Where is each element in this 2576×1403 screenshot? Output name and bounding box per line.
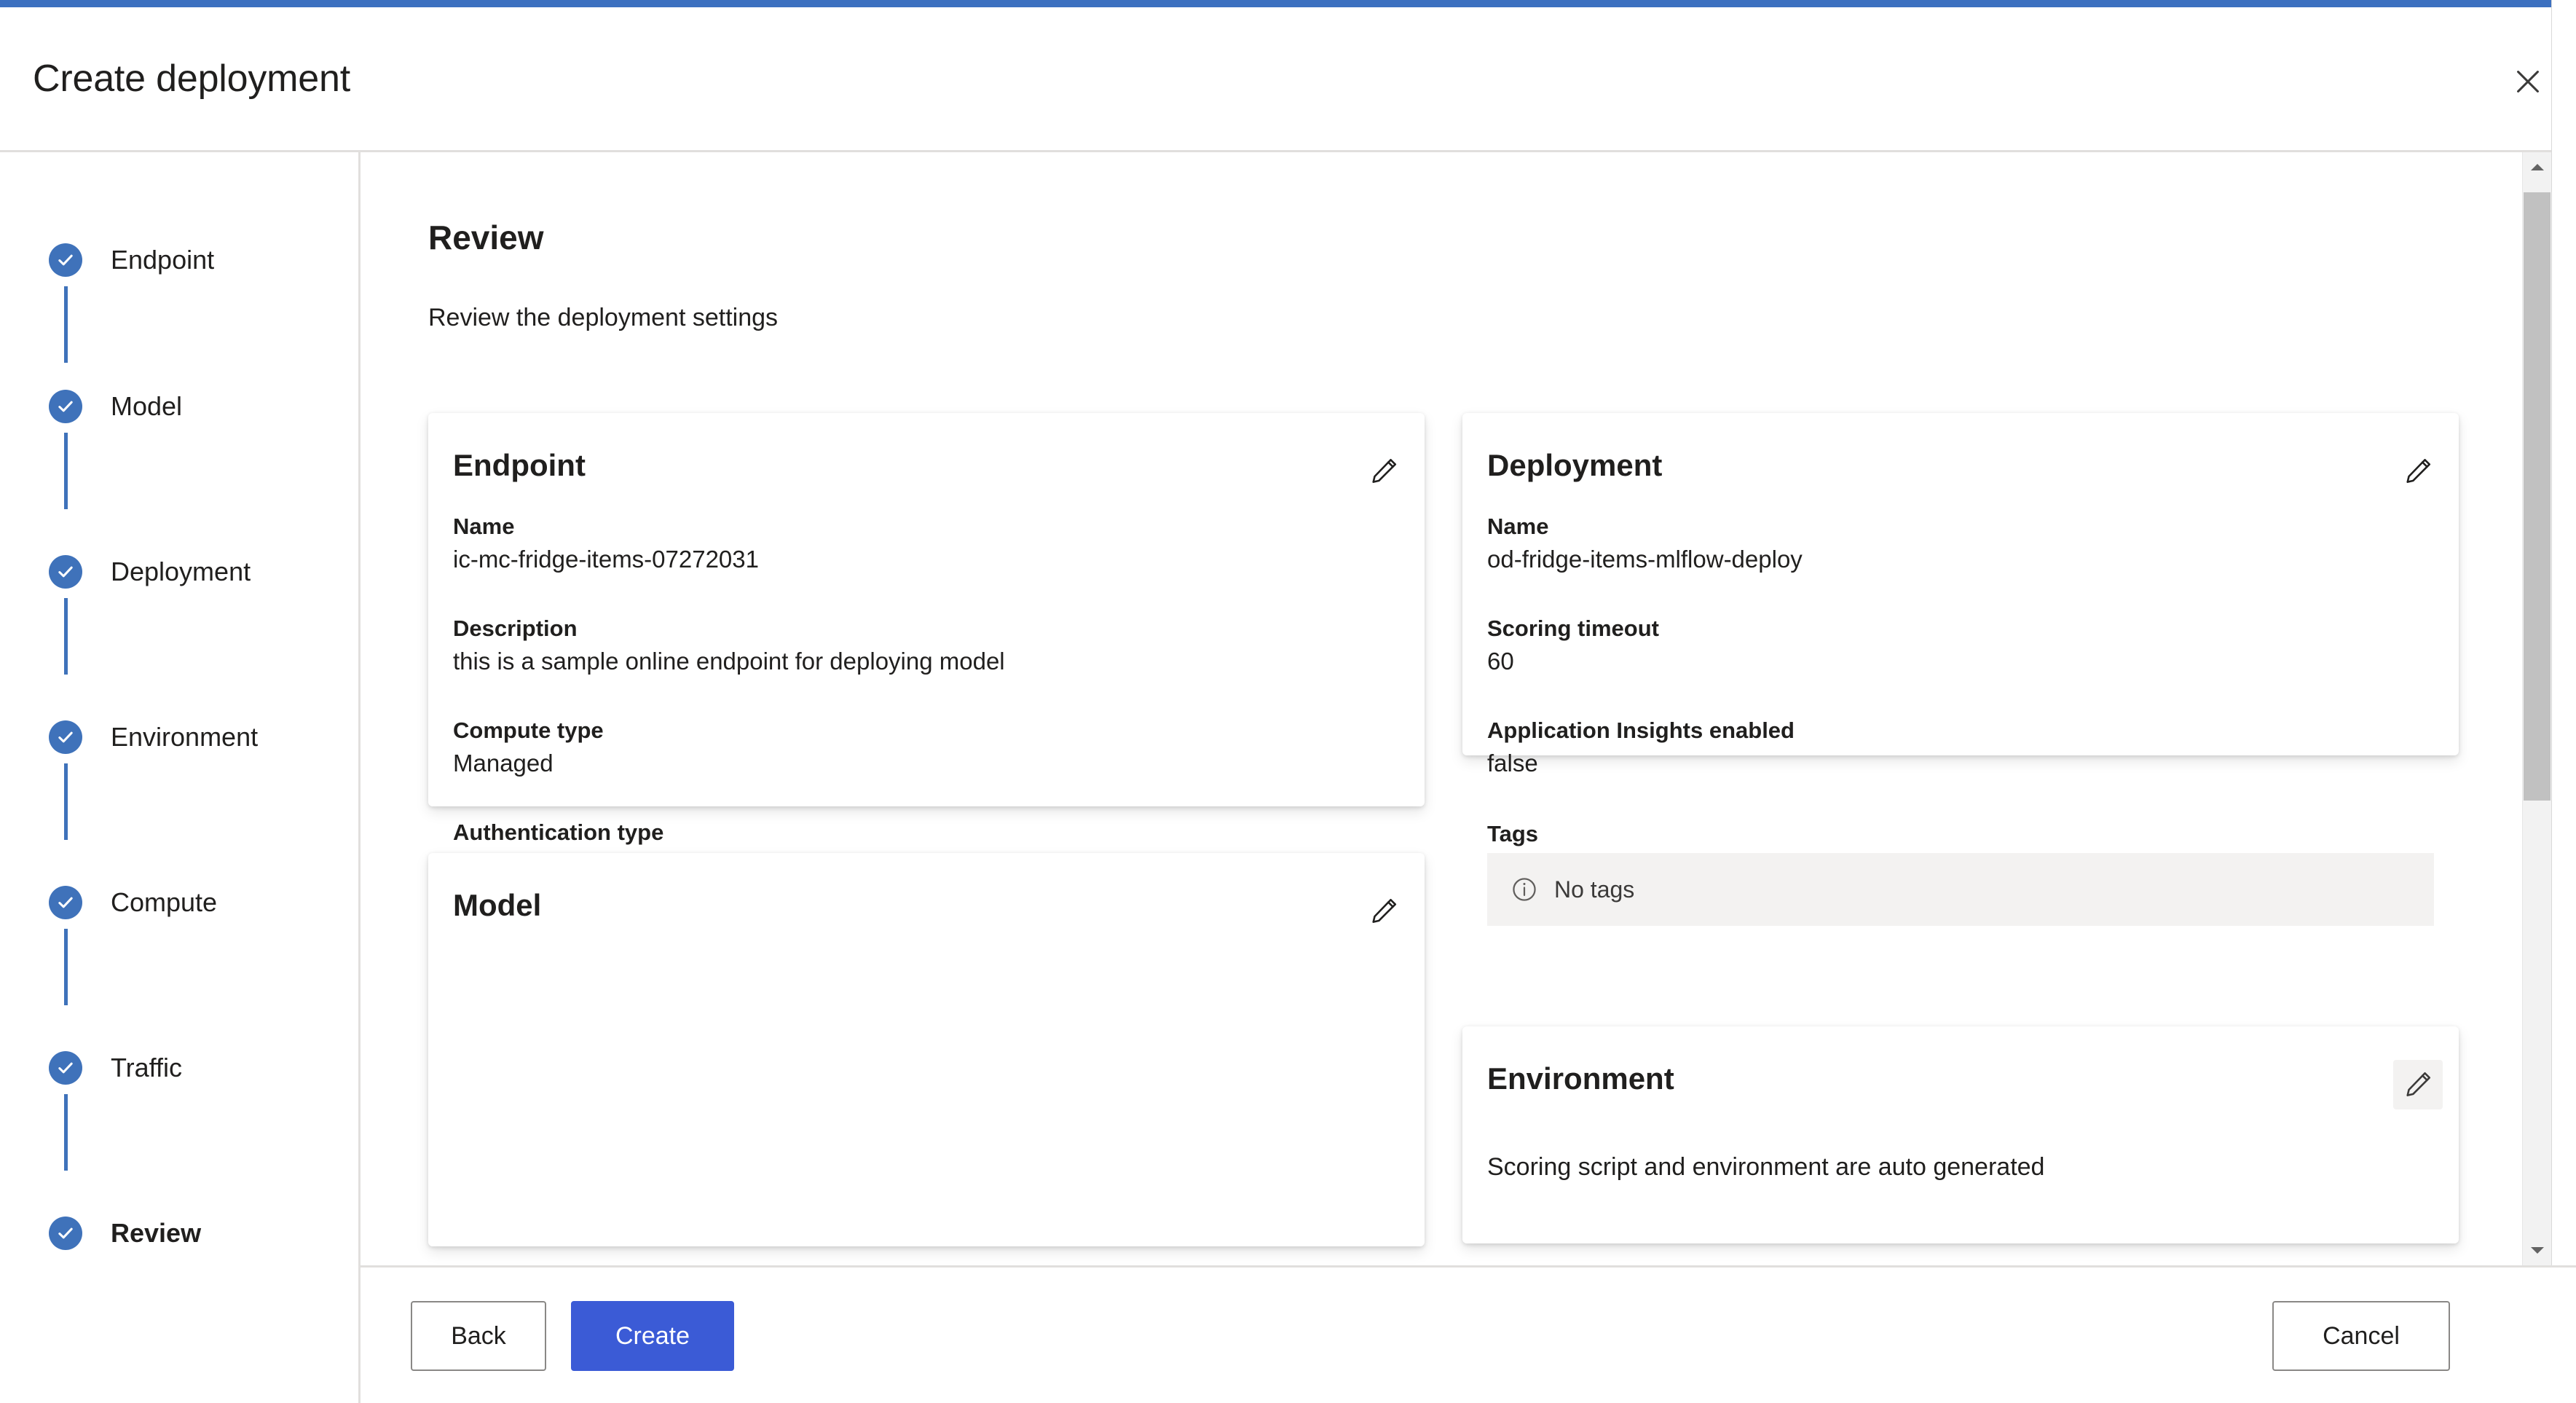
field-value: ic-mc-fridge-items-07272031: [453, 546, 759, 573]
step-connector: [64, 1094, 68, 1171]
tags-empty-label: No tags: [1554, 876, 1635, 903]
chevron-up-icon: [2529, 162, 2545, 172]
top-accent-bar: [0, 0, 2576, 7]
step-connector: [64, 433, 68, 509]
info-icon: [1510, 876, 1538, 903]
dialog-footer: Back Create Cancel: [361, 1268, 2576, 1403]
field-deployment-scoring-timeout: Scoring timeout 60: [1487, 613, 1659, 679]
field-deployment-name: Name od-fridge-items-mlflow-deploy: [1487, 511, 1803, 577]
review-subheading: Review the deployment settings: [428, 304, 779, 331]
check-circle-icon: [49, 390, 82, 423]
chevron-down-icon: [2529, 1246, 2545, 1256]
field-endpoint-compute-type: Compute type Managed: [453, 715, 604, 781]
check-circle-icon: [49, 1217, 82, 1250]
edit-deployment-button[interactable]: [2393, 447, 2443, 496]
deployment-tags-empty: No tags: [1487, 853, 2434, 926]
field-endpoint-name: Name ic-mc-fridge-items-07272031: [453, 511, 759, 577]
card-title-deployment: Deployment: [1487, 448, 1663, 482]
field-value: this is a sample online endpoint for dep…: [453, 648, 1005, 675]
field-label: Name: [1487, 514, 1549, 539]
model-summary-card: Model: [428, 853, 1425, 1246]
sidebar-item-label: Model: [111, 391, 183, 421]
edit-model-button[interactable]: [1359, 887, 1409, 936]
scroll-up-button[interactable]: [2523, 152, 2551, 181]
sidebar-item-label: Review: [111, 1218, 202, 1248]
field-value: 60: [1487, 648, 1514, 675]
pencil-icon: [2402, 455, 2434, 487]
card-title-model: Model: [453, 888, 542, 922]
content-scrollbar[interactable]: [2522, 152, 2551, 1265]
field-deployment-tags-label: Tags: [1487, 819, 1538, 849]
create-deployment-wizard: Create deployment Endpoint Model Deploym…: [0, 0, 2576, 1403]
step-connector: [64, 929, 68, 1005]
sidebar-item-label: Compute: [111, 887, 218, 917]
pencil-icon: [1368, 895, 1400, 927]
create-button[interactable]: Create: [571, 1301, 734, 1371]
review-heading: Review: [428, 219, 544, 256]
sidebar-item-label: Endpoint: [111, 245, 215, 275]
field-label: Scoring timeout: [1487, 616, 1659, 641]
window-right-edge: [2551, 0, 2576, 1403]
field-label: Tags: [1487, 821, 1539, 846]
field-label: Authentication type: [453, 820, 664, 845]
page-title: Create deployment: [33, 58, 350, 100]
step-connector: [64, 763, 68, 840]
scroll-down-button[interactable]: [2523, 1236, 2551, 1265]
scrollbar-thumb[interactable]: [2524, 192, 2551, 801]
card-title-endpoint: Endpoint: [453, 448, 586, 482]
edit-endpoint-button[interactable]: [1359, 447, 1409, 496]
check-circle-icon: [49, 1051, 82, 1085]
endpoint-summary-card: Endpoint Name ic-mc-fridge-items-0727203…: [428, 413, 1425, 1029]
field-label: Application Insights enabled: [1487, 718, 1795, 743]
field-label: Compute type: [453, 718, 604, 743]
check-circle-icon: [49, 555, 82, 589]
field-endpoint-description: Description this is a sample online endp…: [453, 613, 1005, 679]
sidebar-item-label: Environment: [111, 722, 259, 752]
field-value: Managed: [453, 750, 554, 777]
field-value: false: [1487, 750, 1538, 777]
card-title-environment: Environment: [1487, 1061, 1674, 1096]
cancel-button[interactable]: Cancel: [2272, 1301, 2450, 1371]
check-circle-icon: [49, 243, 82, 277]
pencil-icon: [1368, 455, 1400, 487]
edit-environment-button[interactable]: [2393, 1060, 2443, 1109]
field-label: Description: [453, 616, 578, 641]
check-circle-icon: [49, 886, 82, 919]
wizard-sidebar: Endpoint Model Deployment Environment Co…: [0, 152, 358, 1403]
step-connector: [64, 286, 68, 363]
close-icon: [2511, 65, 2545, 98]
field-value: od-fridge-items-mlflow-deploy: [1487, 546, 1803, 573]
sidebar-item-label: Deployment: [111, 557, 251, 586]
step-connector: [64, 598, 68, 675]
sidebar-item-label: Traffic: [111, 1053, 183, 1082]
back-button[interactable]: Back: [411, 1301, 546, 1371]
field-label: Name: [453, 514, 515, 539]
deployment-summary-card: Deployment Name od-fridge-items-mlflow-d…: [1462, 413, 2459, 926]
environment-summary-card: Environment Scoring script and environme…: [1462, 1026, 2459, 1243]
dialog-header: Create deployment: [0, 7, 2576, 152]
pencil-icon: [2402, 1069, 2434, 1101]
field-deployment-app-insights: Application Insights enabled false: [1487, 715, 1795, 781]
environment-autogen-note: Scoring script and environment are auto …: [1487, 1153, 2045, 1181]
review-content: Review Review the deployment settings En…: [361, 152, 2522, 1265]
check-circle-icon: [49, 720, 82, 754]
